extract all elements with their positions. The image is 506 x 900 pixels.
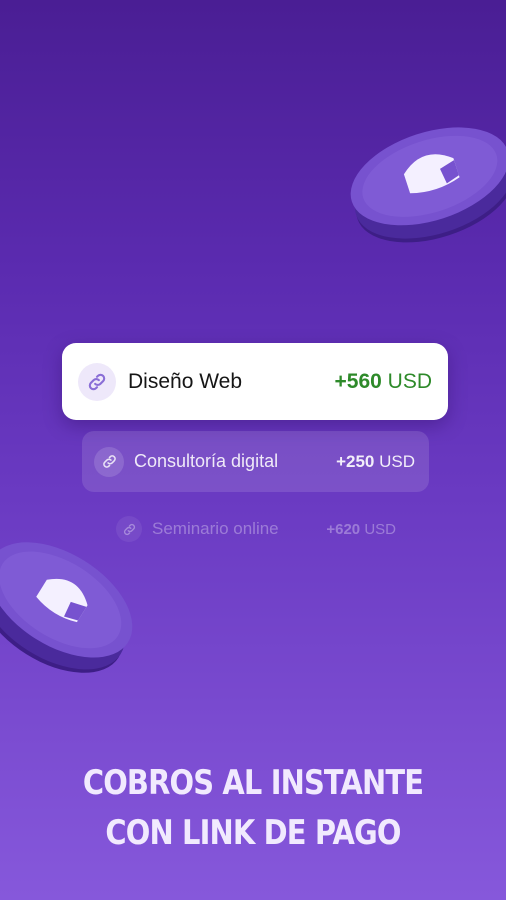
payment-card-diseno-web: Diseño Web +560 USD [62,343,448,420]
payment-title: Diseño Web [128,369,243,393]
payment-card-seminario: Seminario online +620 USD [110,510,402,548]
link-icon [78,362,116,401]
promo-headline: COBROS AL INSTANTE CON LINK DE PAGO [0,758,506,858]
payment-title: Seminario online [152,519,279,538]
link-icon [116,516,142,542]
coin-bottom-image [0,542,133,673]
payment-title: Consultoría digital [134,451,279,471]
link-icon [94,446,124,477]
headline-line-1: COBROS AL INSTANTE [82,763,424,803]
payment-amount: +620 USD [326,520,396,538]
payment-amount: +560 USD [334,369,433,393]
payment-amount: +250 USD [336,451,415,471]
coin-top-image [350,127,506,243]
payment-card-consultoria: Consultoría digital +250 USD [82,431,429,492]
headline-line-2: CON LINK DE PAGO [105,813,401,853]
